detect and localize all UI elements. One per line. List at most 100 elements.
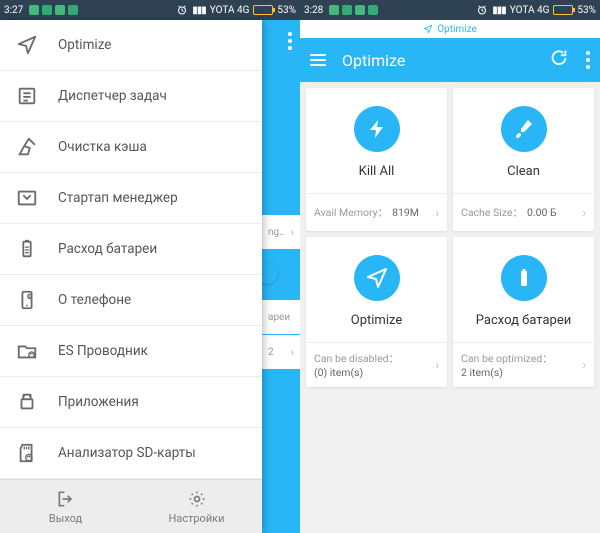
drawer-item-label: Optimize — [58, 37, 111, 53]
exit-icon — [56, 489, 76, 509]
drawer-item-sd-analyzer[interactable]: Анализатор SD-карты — [0, 428, 262, 479]
signal-bars-icon: ▮▮▮ — [192, 5, 206, 16]
battery-icon — [501, 255, 547, 301]
page-title: Optimize — [342, 51, 532, 70]
status-battery-pct: 53% — [577, 5, 596, 16]
drawer-item-label: О телефоне — [58, 292, 131, 308]
peek-row[interactable]: ареи — [262, 300, 300, 334]
tile-subvalue: 0.00 Б — [527, 206, 557, 219]
tile-sublabel: Cache Size： — [461, 205, 523, 220]
tile-battery-usage[interactable]: Расход батареи Can be optimized： 2 item(… — [453, 237, 594, 387]
drawer-item-task-manager[interactable]: Диспетчер задач — [0, 71, 262, 122]
broom-icon — [16, 136, 38, 158]
tile-subrow[interactable]: Can be disabled： (0) item(s) › — [306, 342, 447, 387]
left-screenshot: 3:27 ▮▮▮ YOTA 4G 53% ng.. › ареи 2 › Opt… — [0, 0, 300, 533]
drawer-item-es-explorer[interactable]: ES Проводник — [0, 326, 262, 377]
peek-row[interactable]: ng.. › — [262, 215, 300, 249]
chevron-right-icon: › — [290, 345, 294, 359]
phone-info-icon — [16, 289, 38, 311]
tiles-grid: Kill All Avail Memory： 819M › Clean — [300, 82, 600, 393]
refresh-button[interactable] — [548, 47, 570, 73]
status-carrier: YOTA 4G — [510, 5, 550, 16]
navigation-drawer: Optimize Диспетчер задач Очистка кэша Ст… — [0, 20, 262, 533]
chevron-right-icon: › — [290, 225, 294, 239]
right-screenshot: 3:28 ▮▮▮ YOTA 4G 53% Optimize Optimize — [300, 0, 600, 533]
drawer-item-battery-usage[interactable]: Расход батареи — [0, 224, 262, 275]
overflow-icon[interactable] — [288, 32, 292, 50]
tile-clean[interactable]: Clean Cache Size： 0.00 Б › — [453, 88, 594, 231]
tile-sublabel: Can be optimized： — [461, 352, 553, 365]
tile-optimize[interactable]: Optimize Can be disabled： (0) item(s) › — [306, 237, 447, 387]
tasks-icon — [16, 85, 38, 107]
optimize-tag-label: Optimize — [437, 24, 477, 35]
drawer-item-apps[interactable]: Приложения — [0, 377, 262, 428]
tile-subvalue: 819M — [392, 206, 419, 219]
tile-subvalue: (0) item(s) — [314, 366, 363, 379]
android-icon — [16, 391, 38, 413]
status-indicator-icons — [329, 5, 378, 15]
peek-value: 2 — [268, 347, 274, 358]
bolt-icon — [354, 106, 400, 152]
drawer-item-startup-manager[interactable]: Стартап менеджер — [0, 173, 262, 224]
folder-icon — [16, 340, 38, 362]
drawer-item-about-phone[interactable]: О телефоне — [0, 275, 262, 326]
send-icon — [423, 24, 433, 34]
app-bar: Optimize — [300, 38, 600, 82]
drawer-item-label: Приложения — [58, 394, 139, 410]
drawer-item-label: Очистка кэша — [58, 139, 147, 155]
tile-subrow[interactable]: Avail Memory： 819M › — [306, 193, 447, 231]
send-icon — [16, 34, 38, 56]
drawer-list: Optimize Диспетчер задач Очистка кэша Ст… — [0, 20, 262, 479]
drawer-item-label: ES Проводник — [58, 343, 148, 359]
status-time: 3:27 — [4, 5, 23, 16]
status-bar: 3:27 ▮▮▮ YOTA 4G 53% — [0, 0, 300, 20]
peek-text: ng.. — [268, 227, 284, 238]
alarm-icon — [476, 4, 488, 16]
gear-icon — [187, 489, 207, 509]
drawer-item-label: Стартап менеджер — [58, 190, 178, 206]
main-content: Optimize Optimize Kill All Avail Memory：… — [300, 20, 600, 533]
sdcard-icon — [16, 442, 38, 464]
status-battery-pct: 53% — [277, 5, 296, 16]
brush-icon — [501, 106, 547, 152]
send-icon — [354, 255, 400, 301]
tile-kill-all[interactable]: Kill All Avail Memory： 819M › — [306, 88, 447, 231]
alarm-icon — [176, 4, 188, 16]
drawer-item-cache-clean[interactable]: Очистка кэша — [0, 122, 262, 173]
startup-icon — [16, 187, 38, 209]
drawer-item-label: Анализатор SD-карты — [58, 445, 196, 461]
peek-row[interactable]: 2 › — [262, 335, 300, 369]
chevron-right-icon: › — [582, 206, 586, 220]
battery-icon — [16, 238, 38, 260]
settings-label: Настройки — [169, 512, 225, 525]
tile-subrow[interactable]: Can be optimized： 2 item(s) › — [453, 342, 594, 387]
settings-button[interactable]: Настройки — [131, 480, 262, 533]
chevron-right-icon: › — [435, 206, 439, 220]
exit-label: Выход — [49, 512, 82, 525]
chevron-right-icon: › — [582, 358, 586, 372]
drawer-footer: Выход Настройки — [0, 479, 262, 533]
menu-button[interactable] — [310, 54, 326, 66]
drawer-item-label: Диспетчер задач — [58, 88, 167, 104]
tile-title: Clean — [507, 164, 540, 179]
exit-button[interactable]: Выход — [0, 480, 131, 533]
status-bar: 3:28 ▮▮▮ YOTA 4G 53% — [300, 0, 600, 20]
tile-sublabel: Can be disabled： — [314, 352, 399, 365]
status-carrier: YOTA 4G — [210, 5, 250, 16]
status-indicator-icons — [29, 5, 78, 15]
overflow-button[interactable] — [586, 51, 590, 69]
drawer-item-label: Расход батареи — [58, 241, 157, 257]
tile-subrow[interactable]: Cache Size： 0.00 Б › — [453, 193, 594, 231]
status-time: 3:28 — [304, 5, 323, 16]
optimize-tag[interactable]: Optimize — [300, 20, 600, 38]
battery-icon — [253, 5, 273, 15]
battery-icon — [553, 5, 573, 15]
signal-bars-icon: ▮▮▮ — [492, 5, 506, 16]
tile-title: Optimize — [351, 313, 402, 328]
tile-title: Расход батареи — [476, 313, 571, 328]
drawer-item-optimize[interactable]: Optimize — [0, 20, 262, 71]
peek-text: ареи — [268, 312, 290, 323]
chevron-right-icon: › — [435, 358, 439, 372]
tile-title: Kill All — [359, 164, 395, 179]
tile-subvalue: 2 item(s) — [461, 366, 503, 379]
